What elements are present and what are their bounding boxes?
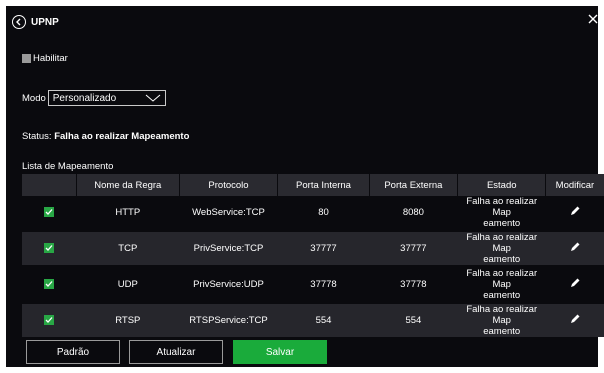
state-line-1: Falha ao realizar Map (466, 304, 538, 326)
mode-select-value: Personalizado (52, 92, 117, 104)
title-bar: UPNP (12, 12, 59, 32)
status-label: Status: (22, 131, 52, 142)
external-port-cell: 37777 (369, 232, 458, 265)
protocol-cell: PrivService:TCP (179, 232, 278, 265)
rule-name-cell: RTSP (76, 304, 180, 337)
upnp-panel: UPNP Habilitar Modo Personalizado Status… (6, 6, 604, 367)
external-port-cell: 554 (369, 304, 458, 337)
state-line-2: eamento (483, 254, 521, 265)
page-title: UPNP (31, 16, 59, 28)
row-enable-checkbox[interactable] (43, 207, 54, 218)
state-cell: Falha ao realizar Map eamento (457, 304, 546, 337)
check-icon (45, 245, 53, 252)
pencil-icon[interactable] (569, 205, 581, 217)
internal-port-cell: 554 (277, 304, 370, 337)
state-line-2: eamento (483, 218, 521, 229)
state-line-2: eamento (483, 326, 521, 337)
mapping-list-title: Lista de Mapeamento (22, 161, 114, 172)
enable-row: Habilitar (22, 53, 68, 64)
table-row: HTTP WebService:TCP 80 8080 Falha ao rea… (22, 196, 604, 229)
column-header-external-port: Porta Externa (369, 174, 459, 196)
default-button[interactable]: Padrão (26, 340, 120, 364)
mode-label: Modo (22, 92, 46, 104)
internal-port-cell: 37777 (277, 232, 370, 265)
table-row: UDP PrivService:UDP 37778 37778 Falha ao… (22, 268, 604, 301)
internal-port-cell: 37778 (277, 268, 370, 301)
protocol-cell: PrivService:UDP (179, 268, 278, 301)
column-header-modify: Modificar (545, 174, 604, 196)
protocol-cell: RTSPService:TCP (179, 304, 278, 337)
row-enable-checkbox[interactable] (43, 315, 54, 326)
column-header-select (22, 174, 77, 196)
rule-name-cell: UDP (76, 268, 180, 301)
close-icon[interactable] (588, 14, 598, 24)
protocol-cell: WebService:TCP (179, 196, 278, 229)
column-header-state: Estado (457, 174, 547, 196)
state-cell: Falha ao realizar Map eamento (457, 232, 546, 265)
table-header-row: Nome da Regra Protocolo Porta Interna Po… (22, 174, 604, 196)
enable-label: Habilitar (33, 53, 68, 64)
pencil-icon[interactable] (569, 313, 581, 325)
table-row: RTSP RTSPService:TCP 554 554 Falha ao re… (22, 304, 604, 337)
check-icon (45, 317, 53, 324)
mode-select[interactable]: Personalizado (47, 90, 166, 106)
table-row: TCP PrivService:TCP 37777 37777 Falha ao… (22, 232, 604, 265)
rule-name-cell: HTTP (76, 196, 180, 229)
row-enable-checkbox[interactable] (43, 279, 54, 290)
state-cell: Falha ao realizar Map eamento (457, 196, 546, 229)
state-cell: Falha ao realizar Map eamento (457, 268, 546, 301)
pencil-icon[interactable] (569, 277, 581, 289)
back-icon[interactable] (12, 15, 26, 29)
check-icon (45, 281, 53, 288)
enable-checkbox[interactable] (22, 54, 31, 63)
status-row: Status: Falha ao realizar Mapeamento (22, 131, 189, 142)
check-icon (45, 209, 53, 216)
mode-row: Modo Personalizado (22, 90, 166, 106)
row-enable-checkbox[interactable] (43, 243, 54, 254)
state-line-1: Falha ao realizar Map (466, 232, 538, 254)
status-value: Falha ao realizar Mapeamento (54, 131, 190, 142)
external-port-cell: 8080 (369, 196, 458, 229)
column-header-rule-name: Nome da Regra (76, 174, 180, 196)
state-line-1: Falha ao realizar Map (466, 268, 538, 290)
external-port-cell: 37778 (369, 268, 458, 301)
internal-port-cell: 80 (277, 196, 370, 229)
save-button[interactable]: Salvar (233, 340, 327, 364)
column-header-internal-port: Porta Interna (277, 174, 370, 196)
state-line-2: eamento (483, 290, 521, 301)
mapping-table: Nome da Regra Protocolo Porta Interna Po… (22, 174, 604, 337)
chevron-down-icon (145, 94, 161, 102)
pencil-icon[interactable] (569, 241, 581, 253)
state-line-1: Falha ao realizar Map (466, 196, 538, 218)
column-header-protocol: Protocolo (179, 174, 279, 196)
refresh-button[interactable]: Atualizar (129, 340, 223, 364)
rule-name-cell: TCP (76, 232, 180, 265)
